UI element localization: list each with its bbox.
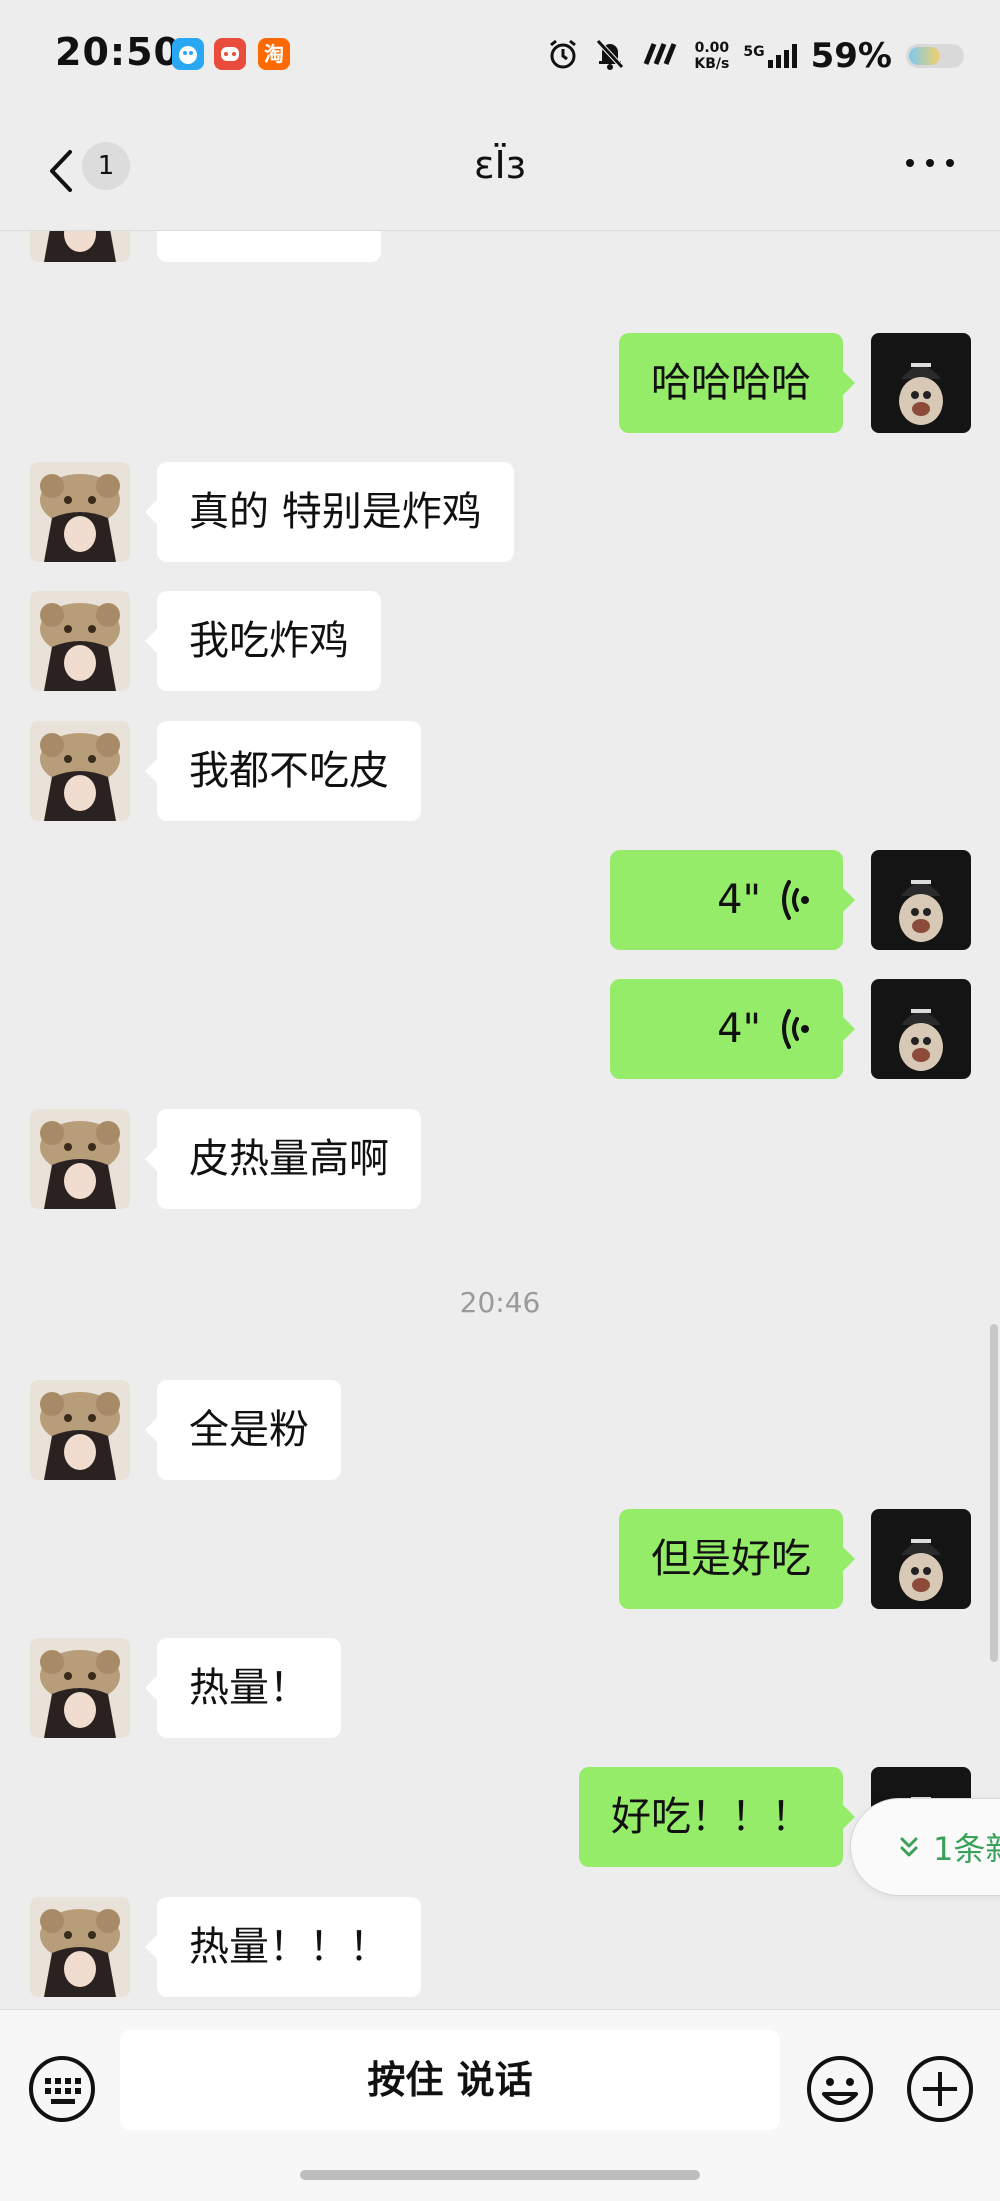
network-type: 5G [743, 44, 765, 60]
received-message: 热量爆炸 [0, 231, 1000, 262]
taobao-icon: 淘 [258, 38, 290, 70]
battery-icon [906, 44, 964, 68]
contact-avatar[interactable] [30, 1109, 130, 1209]
message-bubble[interactable]: 皮热量高啊 [145, 1109, 421, 1209]
received-message: 我吃炸鸡 [0, 591, 1000, 691]
voice-message-bubble[interactable]: 4" [610, 979, 855, 1079]
received-message: 我都不吃皮 [0, 721, 1000, 821]
status-icons: 0.00 KB/s 5G 59% [546, 34, 964, 78]
sent-message: 哈哈哈哈 [0, 333, 1000, 433]
mute-bell-icon [594, 37, 626, 75]
signal-indicator: 5G [743, 44, 797, 68]
alarm-icon [546, 37, 580, 75]
message-bubble[interactable]: 但是好吃 [619, 1509, 855, 1609]
voice-message-bubble[interactable]: 4" [610, 850, 855, 950]
sent-message: 4" [0, 850, 1000, 950]
received-message: 真的 特别是炸鸡 [0, 462, 1000, 562]
chat-title: εΪз [474, 143, 526, 187]
status-time: 20:50 [55, 30, 181, 74]
add-more-icon[interactable] [905, 2054, 975, 2124]
sent-message: 但是好吃 [0, 1509, 1000, 1609]
carrier-icon [640, 42, 680, 70]
app-red-icon [214, 38, 246, 70]
message-bubble[interactable]: 热量！ [145, 1638, 341, 1738]
app-blue-icon [172, 38, 204, 70]
message-bubble[interactable]: 我吃炸鸡 [145, 591, 381, 691]
contact-avatar[interactable] [30, 1380, 130, 1480]
message-bubble[interactable]: 我都不吃皮 [145, 721, 421, 821]
contact-avatar[interactable] [30, 231, 130, 262]
my-avatar[interactable] [871, 979, 971, 1079]
received-message: 热量！ [0, 1638, 1000, 1738]
keyboard-toggle-icon[interactable] [27, 2054, 97, 2124]
sent-message: 4" [0, 979, 1000, 1079]
message-bubble[interactable]: 哈哈哈哈 [619, 333, 855, 433]
status-bar: 20:50 淘 0.00 KB/s 5G 59% [0, 0, 1000, 112]
my-avatar[interactable] [871, 1509, 971, 1609]
home-indicator [300, 2170, 700, 2180]
scrollbar[interactable] [990, 1324, 998, 1662]
received-message: 皮热量高啊 [0, 1109, 1000, 1209]
message-list[interactable]: 热量爆炸 哈哈哈哈 真的 特别是炸鸡 [0, 231, 1000, 2009]
contact-avatar[interactable] [30, 462, 130, 562]
message-bubble[interactable]: 热量爆炸 [157, 231, 381, 262]
signal-bars-icon [767, 44, 797, 68]
double-chevron-down-icon [900, 1837, 918, 1857]
input-bar: 按住 说话 [0, 2009, 1000, 2201]
my-avatar[interactable] [871, 850, 971, 950]
contact-avatar[interactable] [30, 721, 130, 821]
battery-percent: 59% [810, 36, 892, 76]
received-message: 热量！！！ [0, 1897, 1000, 1997]
voice-duration: 4" [717, 1006, 761, 1052]
message-bubble[interactable]: 热量！！！ [145, 1897, 421, 1997]
message-bubble[interactable]: 真的 特别是炸鸡 [145, 462, 514, 562]
voice-duration: 4" [717, 877, 761, 923]
contact-avatar[interactable] [30, 591, 130, 691]
more-options-icon[interactable] [900, 148, 960, 178]
timestamp-divider: 20:46 [459, 1286, 541, 1319]
contact-avatar[interactable] [30, 1897, 130, 1997]
message-bubble[interactable]: 全是粉 [145, 1380, 341, 1480]
message-bubble[interactable]: 好吃！！！ [579, 1767, 855, 1867]
net-speed: 0.00 KB/s [694, 40, 730, 72]
hold-to-talk-button[interactable]: 按住 说话 [120, 2030, 780, 2130]
received-message: 全是粉 [0, 1380, 1000, 1480]
new-messages-pill[interactable]: 1条新 [850, 1798, 1000, 1896]
emoji-icon[interactable] [805, 2054, 875, 2124]
contact-avatar[interactable] [30, 1638, 130, 1738]
voice-wave-icon [782, 880, 809, 920]
new-messages-label: 1条新 [933, 1830, 1000, 1868]
voice-wave-icon [782, 1009, 809, 1049]
my-avatar[interactable] [871, 333, 971, 433]
